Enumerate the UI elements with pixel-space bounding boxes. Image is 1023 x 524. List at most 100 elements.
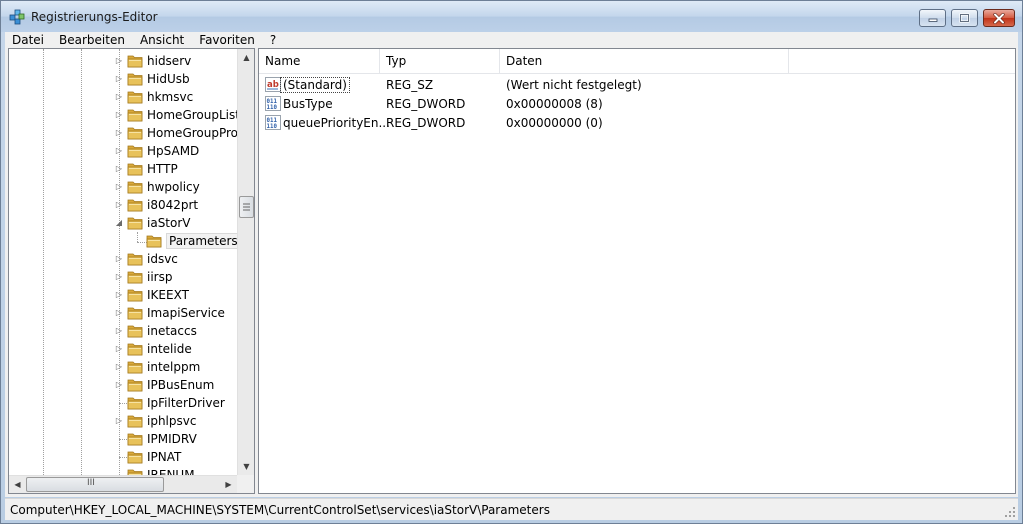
menu-ansicht[interactable]: Ansicht	[133, 32, 192, 48]
tree-item[interactable]: ▷ i8042prt	[9, 196, 237, 214]
tree-item[interactable]: IPNAT	[9, 448, 237, 466]
value-row-standard[interactable]: ab (Standard) REG_SZ (Wert nicht festgel…	[259, 76, 1015, 95]
scroll-right-arrow[interactable]: ▶	[220, 476, 237, 493]
svg-text:110: 110	[267, 105, 278, 111]
tree-item[interactable]: ◢ iaStorV	[9, 214, 237, 232]
tree-expand-icon[interactable]: ▷	[115, 147, 123, 155]
tree-item-label: hidserv	[147, 54, 192, 68]
registry-editor-window: Registrierungs-Editor Datei Bearbeiten A…	[0, 0, 1023, 524]
title-bar[interactable]: Registrierungs-Editor	[1, 1, 1022, 32]
tree-horizontal-scrollbar[interactable]: ◀ III ▶	[9, 475, 237, 493]
column-header-type[interactable]: Typ	[380, 49, 500, 74]
column-header-filler	[789, 49, 1015, 74]
tree-item[interactable]: ▷ HidUsb	[9, 70, 237, 88]
folder-icon	[127, 415, 143, 428]
menu-bearbeiten[interactable]: Bearbeiten	[52, 32, 133, 48]
scroll-up-arrow[interactable]: ▲	[238, 49, 255, 66]
value-name: (Standard)	[280, 77, 350, 93]
tree-item-label: inetaccs	[147, 324, 197, 338]
tree-expand-icon[interactable]: ▷	[115, 165, 123, 173]
scroll-left-arrow[interactable]: ◀	[9, 476, 26, 493]
folder-icon	[127, 361, 143, 374]
tree-expand-icon[interactable]: ▷	[115, 57, 123, 65]
tree-expand-icon[interactable]: ▷	[115, 201, 123, 209]
tree-item[interactable]: ▷ hwpolicy	[9, 178, 237, 196]
menu-help[interactable]: ?	[263, 32, 284, 48]
folder-icon	[127, 91, 143, 104]
tree-item[interactable]: IRENUM	[9, 466, 237, 475]
binary-value-icon: 011 110	[265, 115, 281, 130]
tree-expand-icon[interactable]: ▷	[115, 381, 123, 389]
tree-item[interactable]: ▷ iirsp	[9, 268, 237, 286]
tree-item[interactable]: Parameters	[9, 232, 237, 250]
value-data: (Wert nicht festgelegt)	[506, 78, 642, 92]
tree-expand-icon[interactable]: ▷	[115, 111, 123, 119]
tree-item-label: intelide	[147, 342, 192, 356]
tree-expand-icon[interactable]: ▷	[115, 255, 123, 263]
tree-item[interactable]: ▷ intelppm	[9, 358, 237, 376]
tree-item[interactable]: IpFilterDriver	[9, 394, 237, 412]
tree-item[interactable]: ▷ idsvc	[9, 250, 237, 268]
tree-item[interactable]: ▷ HTTP	[9, 160, 237, 178]
tree-vertical-scroll-thumb[interactable]	[239, 196, 254, 218]
tree-horizontal-scroll-thumb[interactable]: III	[26, 477, 164, 492]
tree-expand-icon[interactable]: ▷	[115, 309, 123, 317]
folder-icon	[127, 433, 143, 446]
client-area: ▷ hidserv ▷ HidUsb ▷ hkmsvc ▷ HomeGroupListener…	[5, 48, 1018, 497]
menu-datei[interactable]: Datei	[5, 32, 52, 48]
tree-item[interactable]: ▷ HpSAMD	[9, 142, 237, 160]
tree-vertical-scrollbar[interactable]: ▲ ▼	[237, 49, 254, 475]
scroll-down-arrow[interactable]: ▼	[238, 458, 255, 475]
close-button[interactable]	[983, 9, 1015, 27]
folder-icon	[127, 379, 143, 392]
tree-item[interactable]: ▷ intelide	[9, 340, 237, 358]
tree-item[interactable]: ▷ hkmsvc	[9, 88, 237, 106]
key-tree-pane[interactable]: ▷ hidserv ▷ HidUsb ▷ hkmsvc ▷ HomeGroupListener…	[8, 48, 255, 494]
tree-item-label: hkmsvc	[147, 90, 194, 104]
maximize-button[interactable]	[951, 9, 978, 27]
column-header-data[interactable]: Daten	[500, 49, 789, 74]
tree-expand-icon[interactable]: ▷	[115, 291, 123, 299]
folder-icon	[127, 181, 143, 194]
tree-item[interactable]: ▷ HomeGroupProvider	[9, 124, 237, 142]
tree-expand-icon[interactable]: ▷	[115, 273, 123, 281]
values-list-pane[interactable]: Name Typ Daten ab (Standard) REG_SZ (Wer…	[258, 48, 1016, 494]
tree-expand-icon[interactable]: ▷	[115, 183, 123, 191]
minimize-icon	[928, 18, 937, 22]
tree-item[interactable]: ▷ inetaccs	[9, 322, 237, 340]
svg-text:011: 011	[267, 118, 278, 124]
tree-item-label: hwpolicy	[147, 180, 200, 194]
tree-expand-icon[interactable]: ▷	[115, 363, 123, 371]
tree-expand-icon[interactable]: ▷	[115, 129, 123, 137]
tree-item[interactable]: ▷ ImapiService	[9, 304, 237, 322]
folder-icon	[127, 127, 143, 140]
tree-item[interactable]: ▷ IPBusEnum	[9, 376, 237, 394]
value-row-queuepriority[interactable]: 011 110 queuePriorityEn... REG_DWORD 0x0…	[259, 114, 1015, 133]
tree-guide-line	[119, 457, 127, 458]
menu-bar: Datei Bearbeiten Ansicht Favoriten ?	[5, 32, 1018, 48]
tree-expand-icon[interactable]: ▷	[115, 327, 123, 335]
arrow-left-icon: ◀	[14, 480, 21, 489]
folder-icon	[127, 343, 143, 356]
tree-item[interactable]: ▷ HomeGroupListener	[9, 106, 237, 124]
column-header-name[interactable]: Name	[259, 49, 380, 74]
tree-item-label: Parameters	[166, 233, 237, 249]
tree-expand-icon[interactable]: ▷	[115, 417, 123, 425]
value-type: REG_DWORD	[386, 116, 466, 130]
tree-item[interactable]: IPMIDRV	[9, 430, 237, 448]
tree-expand-icon[interactable]: ▷	[115, 345, 123, 353]
resize-grip-icon[interactable]	[1004, 506, 1016, 518]
folder-icon	[127, 109, 143, 122]
folder-icon	[127, 199, 143, 212]
tree-expand-icon[interactable]: ▷	[115, 75, 123, 83]
menu-favoriten[interactable]: Favoriten	[192, 32, 263, 48]
tree-item-label: IPNAT	[147, 450, 182, 464]
tree-item-label: idsvc	[147, 252, 178, 266]
minimize-button[interactable]	[919, 9, 946, 27]
tree-expand-icon[interactable]: ▷	[115, 93, 123, 101]
tree-item[interactable]: ▷ hidserv	[9, 52, 237, 70]
tree-collapse-icon[interactable]: ◢	[115, 219, 123, 227]
tree-item[interactable]: ▷ iphlpsvc	[9, 412, 237, 430]
tree-item[interactable]: ▷ IKEEXT	[9, 286, 237, 304]
value-row-bustype[interactable]: 011 110 BusType REG_DWORD 0x00000008 (8)	[259, 95, 1015, 114]
